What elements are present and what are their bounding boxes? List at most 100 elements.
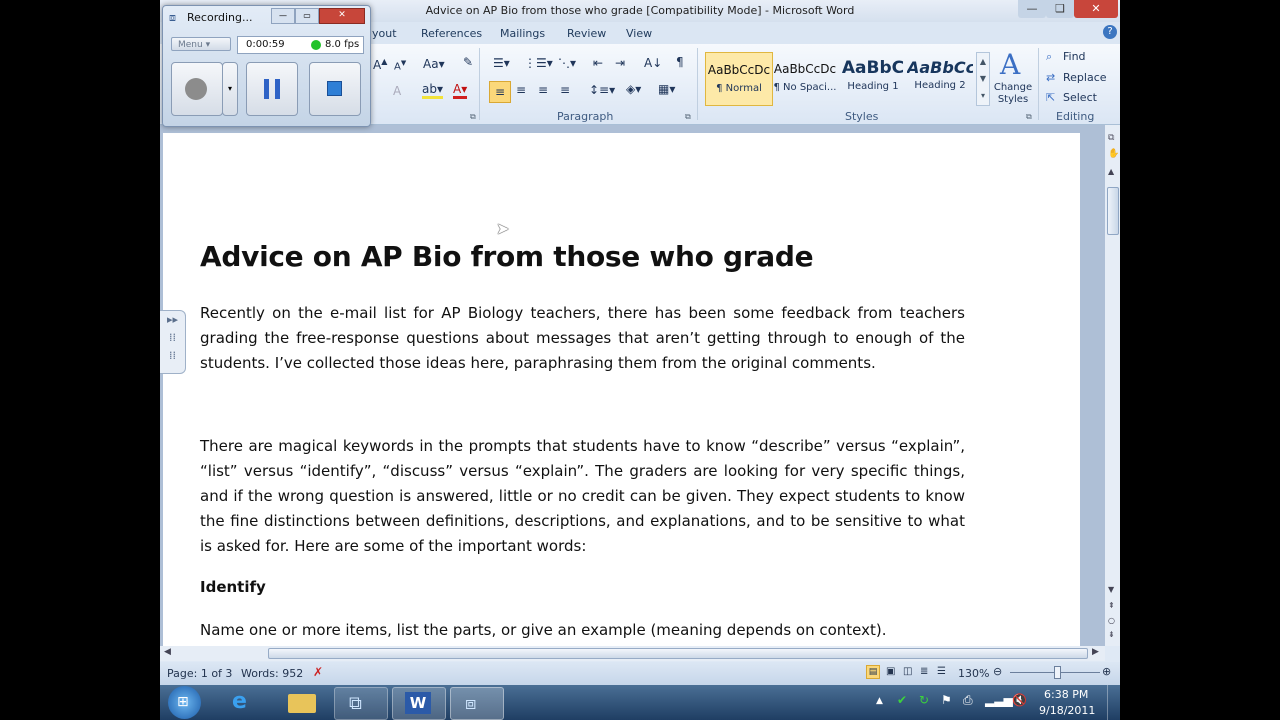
- paragraph-launcher-icon[interactable]: ⧉: [685, 112, 691, 122]
- folder-icon: [288, 694, 316, 713]
- tab-references[interactable]: References: [421, 27, 482, 40]
- recorder-maximize-button[interactable]: ▭: [295, 8, 319, 24]
- taskbar-app[interactable]: ⧉: [334, 687, 388, 720]
- tray-sync-icon[interactable]: ↻: [919, 693, 929, 707]
- scroll-right-icon[interactable]: ▶: [1092, 647, 1099, 657]
- style-normal[interactable]: AaBbCcDc ¶ Normal: [705, 52, 773, 106]
- page-count[interactable]: Page: 1 of 3: [167, 667, 232, 680]
- prev-page-icon[interactable]: ⇞: [1108, 601, 1115, 610]
- style-heading-1[interactable]: AaBbC Heading 1: [840, 52, 906, 104]
- pan-icon[interactable]: ✋: [1108, 149, 1119, 159]
- font-color-icon[interactable]: A▾: [453, 82, 468, 99]
- restore-button[interactable]: ❑: [1046, 0, 1074, 18]
- increase-indent-icon[interactable]: ⇥: [615, 56, 625, 70]
- vertical-scrollbar[interactable]: ⧉ ✋ ▲ ▼ ⇞ ○ ⇟: [1105, 125, 1120, 646]
- clear-format-icon[interactable]: ✎: [463, 55, 473, 69]
- tray-volume-icon[interactable]: 🔇: [1012, 693, 1027, 707]
- multilevel-list-icon[interactable]: ⋱▾: [558, 56, 576, 70]
- full-screen-icon[interactable]: ▣: [886, 666, 895, 677]
- show-marks-icon[interactable]: ¶: [676, 55, 684, 69]
- styles-launcher-icon[interactable]: ⧉: [1026, 112, 1032, 122]
- change-styles-button[interactable]: Change Styles: [993, 82, 1033, 106]
- clock-time[interactable]: 6:38 PM: [1044, 688, 1088, 701]
- scroll-thumb[interactable]: [1107, 187, 1119, 235]
- help-icon[interactable]: ?: [1103, 25, 1117, 39]
- taskbar-explorer[interactable]: [276, 687, 328, 718]
- taskbar-recorder[interactable]: ⧈: [450, 687, 504, 720]
- recorder-close-button[interactable]: ✕: [319, 8, 365, 24]
- stop-button[interactable]: [309, 62, 361, 116]
- highlight-icon[interactable]: ab▾: [422, 82, 443, 99]
- align-left-icon[interactable]: ≡: [489, 81, 511, 103]
- recorder-minimize-button[interactable]: —: [271, 8, 295, 24]
- tab-mailings[interactable]: Mailings: [500, 27, 545, 40]
- show-hidden-icons[interactable]: ▲: [876, 696, 883, 706]
- close-button[interactable]: ✕: [1074, 0, 1118, 18]
- group-divider: [1038, 48, 1039, 120]
- tray-network-icon[interactable]: ▂▃▅: [985, 693, 1013, 707]
- draft-icon[interactable]: ☰: [937, 666, 946, 677]
- pause-icon: [264, 79, 280, 99]
- style-heading-2[interactable]: AaBbCc Heading 2: [907, 52, 973, 104]
- start-button[interactable]: ⊞: [168, 686, 201, 719]
- scroll-left-icon[interactable]: ◀: [164, 647, 171, 657]
- hscroll-thumb[interactable]: [268, 648, 1088, 659]
- web-layout-icon[interactable]: ◫: [903, 666, 912, 677]
- document-page[interactable]: Advice on AP Bio from those who grade Re…: [163, 133, 1080, 653]
- scroll-up-icon[interactable]: ▲: [1108, 167, 1114, 176]
- side-panel-handle[interactable]: ▸▸ ⁞⁞ ⁞⁞: [160, 310, 186, 374]
- text-effects-icon[interactable]: A: [393, 84, 401, 98]
- tray-shield-icon[interactable]: ✔: [897, 693, 907, 707]
- shading-icon[interactable]: ◈▾: [626, 82, 641, 96]
- tray-printer-icon[interactable]: ⎙: [963, 693, 973, 708]
- tab-view[interactable]: View: [626, 27, 652, 40]
- sort-icon[interactable]: A↓: [644, 56, 662, 70]
- decrease-indent-icon[interactable]: ⇤: [593, 56, 603, 70]
- styles-scroll[interactable]: ▲ ▼ ▾: [976, 52, 990, 106]
- next-page-icon[interactable]: ⇟: [1108, 630, 1115, 639]
- clock-date[interactable]: 9/18/2011: [1039, 704, 1095, 717]
- taskbar-word[interactable]: W: [392, 687, 446, 720]
- app-icon: ⧉: [349, 693, 362, 714]
- document-area: Advice on AP Bio from those who grade Re…: [160, 125, 1105, 653]
- style-no-spacing[interactable]: AaBbCcDc ¶ No Spaci...: [772, 52, 838, 104]
- align-right-icon[interactable]: ≡: [538, 83, 548, 97]
- record-options-button[interactable]: ▾: [222, 62, 238, 116]
- horizontal-scrollbar[interactable]: ◀ ▶: [160, 646, 1105, 661]
- numbering-icon[interactable]: ⋮☰▾: [524, 56, 553, 70]
- zoom-slider-thumb[interactable]: [1054, 666, 1061, 679]
- scroll-down-icon[interactable]: ▼: [1108, 585, 1114, 594]
- justify-icon[interactable]: ≡: [560, 83, 570, 97]
- browse-object-icon[interactable]: ○: [1108, 616, 1115, 625]
- replace-button[interactable]: Replace: [1063, 71, 1107, 84]
- grow-font-icon[interactable]: A▲: [373, 57, 387, 72]
- line-spacing-icon[interactable]: ↕≡▾: [589, 83, 615, 97]
- shrink-font-icon[interactable]: A▼: [394, 59, 406, 72]
- record-button[interactable]: [171, 62, 223, 116]
- proofing-icon[interactable]: ✗: [313, 665, 323, 679]
- borders-icon[interactable]: ▦▾: [658, 82, 675, 96]
- tray-flag-icon[interactable]: ⚑: [941, 693, 952, 707]
- pause-button[interactable]: [246, 62, 298, 116]
- font-launcher-icon[interactable]: ⧉: [470, 112, 476, 122]
- word-count[interactable]: Words: 952: [241, 667, 303, 680]
- select-button[interactable]: Select: [1063, 91, 1097, 104]
- taskbar-ie[interactable]: e: [218, 687, 270, 718]
- ruler-toggle-icon[interactable]: ⧉: [1108, 133, 1114, 143]
- show-desktop-button[interactable]: [1107, 685, 1121, 720]
- bullets-icon[interactable]: ☰▾: [493, 56, 510, 70]
- find-button[interactable]: Find: [1063, 50, 1086, 63]
- zoom-out-icon[interactable]: ⊖: [993, 665, 1002, 678]
- change-styles-icon[interactable]: A: [1000, 48, 1020, 81]
- editing-group-label: Editing: [1056, 110, 1095, 123]
- align-center-icon[interactable]: ≡: [516, 83, 526, 97]
- tab-page-layout[interactable]: yout: [372, 27, 397, 40]
- zoom-level[interactable]: 130%: [958, 667, 989, 680]
- zoom-in-icon[interactable]: ⊕: [1102, 665, 1111, 678]
- minimize-button[interactable]: —: [1018, 0, 1046, 18]
- print-layout-icon[interactable]: ▤: [866, 665, 880, 679]
- outline-icon[interactable]: ≣: [920, 666, 928, 677]
- change-case-icon[interactable]: Aa▾: [423, 57, 445, 71]
- recorder-menu-dropdown[interactable]: Menu ▾: [171, 37, 231, 51]
- tab-review[interactable]: Review: [567, 27, 606, 40]
